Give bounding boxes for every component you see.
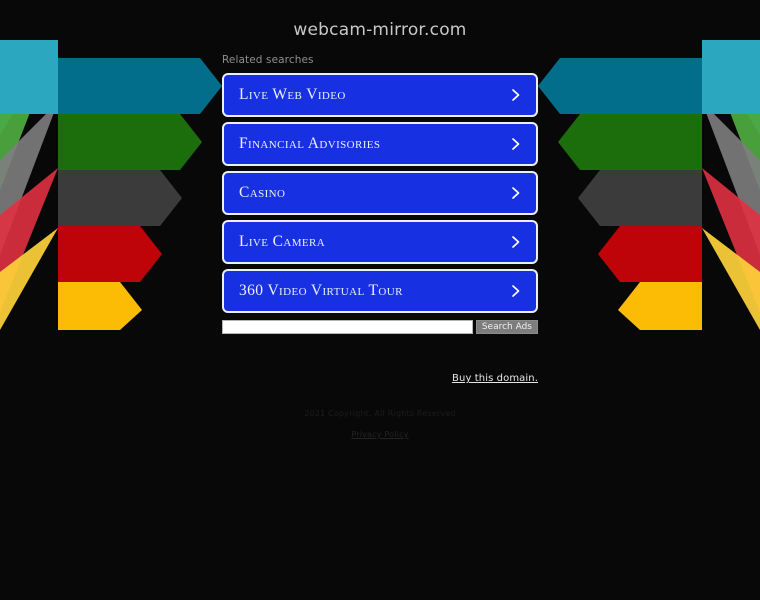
arrow-gray (58, 170, 182, 226)
overlay-teal (702, 40, 760, 134)
overlay-yellow (0, 228, 58, 330)
arrow-red (598, 226, 702, 282)
related-search-label: Live Camera (239, 233, 326, 250)
chevron-right-icon (510, 87, 522, 103)
search-row: Search Ads (222, 320, 538, 334)
related-search-item-2[interactable]: Casino (222, 171, 538, 215)
overlay-teal-2 (0, 40, 58, 135)
overlay-red (702, 168, 760, 312)
chevron-right-icon (510, 185, 522, 201)
search-ads-button[interactable]: Search Ads (475, 320, 538, 334)
arrow-band-right-mirror (538, 40, 760, 330)
overlay-red (0, 168, 58, 312)
arrow-band-right-overlays (702, 40, 760, 330)
chevron-right-icon (510, 136, 522, 152)
overlay-teal (0, 40, 58, 134)
arrow-band-left-arrows (58, 58, 222, 330)
related-searches-label: Related searches (222, 54, 314, 66)
arrow-band-right-svg (538, 40, 760, 330)
related-search-item-4[interactable]: 360 Video Virtual Tour (222, 269, 538, 313)
arrow-yellow (618, 282, 702, 330)
overlay-teal-2 (702, 40, 760, 135)
related-searches-list: Live Web Video Financial Advisories Casi… (222, 73, 538, 313)
overlay-green (0, 40, 58, 190)
arrow-band-graphic-right (535, 40, 760, 330)
privacy-policy-link[interactable]: Privacy Policy (351, 430, 408, 439)
arrow-green (58, 114, 202, 170)
arrow-band-left-wedges (0, 40, 58, 114)
arrow-band-right-wedges (702, 40, 760, 114)
arrow-yellow (58, 282, 142, 330)
buy-domain-row: Buy this domain. (222, 368, 538, 386)
arrow-teal (538, 58, 702, 114)
arrow-band-left-overlays (0, 40, 58, 330)
arrow-band-left-svg (0, 40, 222, 330)
related-search-item-0[interactable]: Live Web Video (222, 73, 538, 117)
arrow-teal (58, 58, 222, 114)
copyright-text: 2021 Copyright. All Rights Reserved (304, 409, 456, 418)
related-search-label: Financial Advisories (239, 135, 381, 152)
overlay-gray (0, 102, 58, 255)
buy-this-domain-link[interactable]: Buy this domain. (452, 373, 538, 384)
wedge-teal (0, 40, 58, 114)
arrow-band-right-arrows (538, 58, 702, 330)
related-search-item-1[interactable]: Financial Advisories (222, 122, 538, 166)
search-input[interactable] (222, 320, 473, 334)
related-search-label: Casino (239, 184, 286, 201)
arrow-green (558, 114, 702, 170)
related-search-label: Live Web Video (239, 86, 346, 103)
related-search-label: 360 Video Virtual Tour (239, 282, 403, 299)
footer: 2021 Copyright. All Rights Reserved Priv… (222, 408, 538, 442)
overlay-green (702, 40, 760, 190)
arrow-gray (578, 170, 702, 226)
arrow-red (58, 226, 162, 282)
main-content: webcam-mirror.com Related searches Live … (222, 0, 538, 442)
overlay-gray (702, 102, 760, 255)
arrow-band-graphic-left (0, 40, 225, 330)
chevron-right-icon (510, 283, 522, 299)
related-search-item-3[interactable]: Live Camera (222, 220, 538, 264)
wedge-teal (702, 40, 760, 114)
overlay-yellow (702, 228, 760, 330)
chevron-right-icon (510, 234, 522, 250)
page-title: webcam-mirror.com (293, 20, 467, 40)
